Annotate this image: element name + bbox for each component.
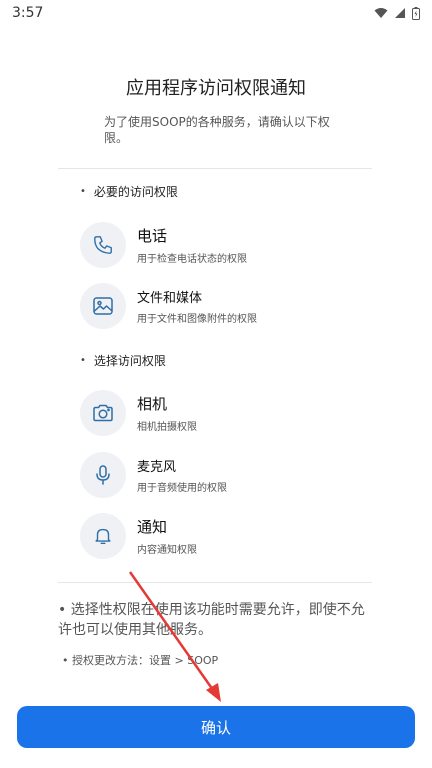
- change-permission-note: • 授权更改方法：设置 > SOOP: [62, 652, 380, 668]
- bullet-dot: •: [80, 355, 86, 366]
- section-heading-text: 必要的访问权限: [93, 185, 178, 199]
- permission-desc: 内容通知权限: [137, 545, 197, 556]
- divider: [58, 582, 372, 583]
- page-title: 应用程序访问权限通知: [126, 78, 306, 99]
- permission-name: 电话: [137, 227, 168, 245]
- note-text: 选择性权限在使用该功能时需要允许，即使不允许也可以使用其他服务。: [58, 602, 365, 638]
- status-bar: 3:57: [0, 0, 432, 26]
- bullet-dot: •: [80, 186, 86, 197]
- status-icons: [374, 6, 420, 20]
- permission-item-notification: 通知 内容通知权限: [80, 512, 380, 560]
- bullet-dot: •: [58, 602, 71, 618]
- permission-item-microphone: 麦克风 用于音频使用的权限: [80, 451, 380, 499]
- section-heading-text: 选择访问权限: [93, 354, 166, 368]
- optional-permission-note: • 选择性权限在使用该功能时需要允许，即使不允许也可以使用其他服务。: [58, 600, 376, 640]
- permission-desc: 用于检查电话状态的权限: [137, 254, 247, 265]
- camera-icon: [80, 390, 126, 436]
- permission-desc: 用于文件和图像附件的权限: [137, 314, 257, 325]
- divider: [58, 168, 372, 169]
- permission-name: 麦克风: [137, 460, 177, 475]
- permission-item-files-media: 文件和媒体 用于文件和图像附件的权限: [80, 282, 380, 330]
- permission-name: 通知: [137, 518, 168, 536]
- permission-item-camera: 相机 相机拍摄权限: [80, 389, 380, 437]
- permission-name: 文件和媒体: [137, 291, 203, 306]
- microphone-icon: [80, 452, 126, 498]
- optional-section-heading: • 选择访问权限: [80, 352, 166, 369]
- battery-icon: [412, 6, 420, 20]
- status-time: 3:57: [12, 5, 44, 21]
- wifi-icon: [374, 8, 388, 18]
- page-description: 为了使用SOOP的各种服务，请确认以下权限。: [104, 115, 330, 145]
- image-icon: [80, 283, 126, 329]
- signal-icon: [395, 8, 405, 18]
- permission-desc: 相机拍摄权限: [137, 422, 197, 433]
- permission-name: 相机: [137, 395, 168, 413]
- permission-item-phone: 电话 用于检查电话状态的权限: [80, 221, 380, 269]
- phone-icon: [80, 222, 126, 268]
- change-note-text: 授权更改方法：设置 > SOOP: [72, 654, 219, 667]
- required-section-heading: • 必要的访问权限: [80, 183, 178, 200]
- permission-desc: 用于音频使用的权限: [137, 483, 227, 494]
- bell-icon: [80, 513, 126, 559]
- bullet-dot: •: [62, 654, 72, 667]
- confirm-button[interactable]: 确认: [17, 706, 415, 748]
